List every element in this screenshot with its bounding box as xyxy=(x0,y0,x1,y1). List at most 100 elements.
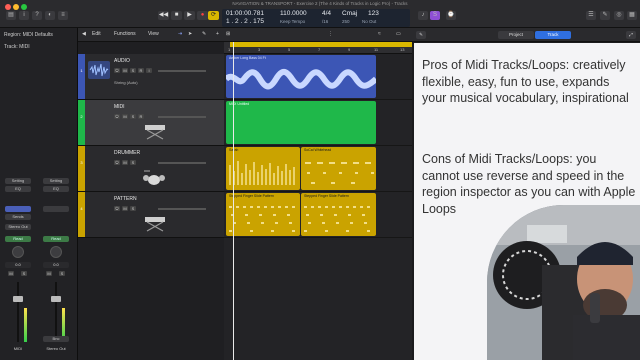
bounce-button[interactable]: Bnc xyxy=(43,336,69,342)
solo-icon[interactable]: S xyxy=(430,11,440,20)
mute-button[interactable]: M xyxy=(122,114,128,119)
mute-button[interactable]: M xyxy=(46,271,52,276)
mixer-icon[interactable]: ≡ xyxy=(58,11,68,20)
track-volume-slider[interactable] xyxy=(158,162,206,164)
record-button[interactable]: ● xyxy=(197,11,208,20)
lane-pattern[interactable]: Stepped Finger Slide Pattern Stepped Fin… xyxy=(224,192,412,238)
region-inspector-header[interactable]: Region: MIDI Defaults xyxy=(4,32,53,38)
smart-controls-icon[interactable]: ◐ xyxy=(45,11,55,20)
lcd-key: Cmaj xyxy=(342,10,358,17)
power-icon[interactable]: ⏻ xyxy=(114,68,120,73)
automation-read[interactable]: Read xyxy=(5,236,31,242)
power-icon[interactable]: ⏻ xyxy=(114,206,120,211)
track-volume-slider[interactable] xyxy=(158,116,206,118)
loops-icon[interactable]: ◎ xyxy=(614,11,624,20)
playhead[interactable] xyxy=(233,42,234,360)
catch-icon[interactable]: ⇥ xyxy=(178,31,182,37)
tracks-area[interactable]: Amber Long Bass 04 Ft MIDI Untitled Sara… xyxy=(224,54,412,360)
pan-knob[interactable] xyxy=(50,246,62,258)
drummer-region[interactable]: SoCal Whitehead xyxy=(301,147,376,190)
view-menu[interactable]: View xyxy=(148,31,159,37)
track-volume-slider[interactable] xyxy=(158,208,206,210)
back-icon[interactable]: ◀ xyxy=(82,31,86,37)
play-button[interactable]: ▶ xyxy=(184,11,195,20)
solo-button[interactable]: S xyxy=(59,271,65,276)
volume-fader-track[interactable] xyxy=(17,282,19,342)
lane-audio[interactable]: Amber Long Bass 04 Ft xyxy=(224,54,412,100)
pattern-region[interactable]: Stepped Finger Slide Pattern xyxy=(226,193,300,236)
setting-button[interactable]: Setting xyxy=(43,178,69,184)
mute-button[interactable]: M xyxy=(122,160,128,165)
fit-icon[interactable]: ▭ xyxy=(396,31,401,37)
pattern-region[interactable]: Stepped Finger Slide Pattern xyxy=(301,193,376,236)
help-icon[interactable]: ? xyxy=(32,11,42,20)
bar-ruler[interactable]: 1 3 5 7 9 11 13 xyxy=(224,42,412,54)
pencil-tool-icon[interactable]: ✎ xyxy=(202,31,206,37)
channel-strip-midi: Setting EQ Sends Stereo Out Read 0.0 M S… xyxy=(2,178,34,358)
eq-button[interactable]: EQ xyxy=(43,186,69,192)
notes-icon[interactable]: ✎ xyxy=(600,11,610,20)
library-icon[interactable]: ▤ xyxy=(6,11,16,20)
eq-button[interactable]: EQ xyxy=(5,186,31,192)
record-arm-button[interactable]: R xyxy=(138,114,144,119)
count-in-icon[interactable]: ⌚ xyxy=(446,11,456,20)
track-name[interactable]: PATTERN xyxy=(114,196,137,202)
info-icon[interactable]: i xyxy=(19,11,29,20)
pan-knob[interactable] xyxy=(12,246,24,258)
pointer-tool-icon[interactable]: ➤ xyxy=(188,31,192,37)
track-name[interactable]: AUDIO xyxy=(114,58,130,64)
midi-region[interactable]: MIDI Untitled xyxy=(226,101,376,144)
list-editor-icon[interactable]: ☰ xyxy=(586,11,596,20)
volume-fader-track[interactable] xyxy=(55,282,57,342)
drummer-pattern xyxy=(229,161,295,185)
setting-button[interactable]: Setting xyxy=(5,178,31,184)
snap-icon[interactable]: ⋮ xyxy=(328,31,333,37)
record-arm-button[interactable]: R xyxy=(138,68,144,73)
track-name[interactable]: MIDI xyxy=(114,104,125,110)
power-icon[interactable]: ⏻ xyxy=(114,160,120,165)
add-track-icon[interactable]: + xyxy=(216,31,219,37)
track-header-drummer[interactable]: 3 DRUMMER ⏻ M S xyxy=(78,146,224,192)
output-slot[interactable]: Stereo Out xyxy=(5,224,31,230)
edit-menu[interactable]: Edit xyxy=(92,31,101,37)
stop-button[interactable]: ■ xyxy=(171,11,182,20)
notes-icon[interactable]: ✎ xyxy=(416,31,426,39)
lane-drummer[interactable]: Sarah SoCal Whitehead xyxy=(224,146,412,192)
track-volume-slider[interactable] xyxy=(158,70,206,72)
mute-button[interactable]: M xyxy=(8,271,14,276)
tab-track[interactable]: Track xyxy=(535,31,571,39)
instrument-slot[interactable] xyxy=(5,206,31,212)
audio-region[interactable]: Amber Long Bass 04 Ft xyxy=(226,55,376,98)
solo-button[interactable]: S xyxy=(130,160,136,165)
rewind-button[interactable]: ◀◀ xyxy=(158,11,169,20)
drummer-region[interactable]: Sarah xyxy=(226,147,300,190)
solo-button[interactable]: S xyxy=(130,206,136,211)
power-icon[interactable]: ⏻ xyxy=(114,114,120,119)
track-header-pattern[interactable]: 4 PATTERN ⏻ M S xyxy=(78,192,224,238)
mute-button[interactable]: M xyxy=(122,206,128,211)
track-header-audio[interactable]: 1 AUDIO ⏻ M S R I Shring (Auto) xyxy=(78,54,224,100)
volume-fader[interactable] xyxy=(51,296,61,302)
automation-read[interactable]: Read xyxy=(43,236,69,242)
solo-button[interactable]: S xyxy=(130,114,136,119)
waveform-zoom-icon[interactable]: ≈ xyxy=(378,31,381,37)
browser-icon[interactable]: ▦ xyxy=(627,11,637,20)
track-header-midi[interactable]: 2 MIDI ⏻ M S R xyxy=(78,100,224,146)
tab-project[interactable]: Project xyxy=(498,31,534,39)
lcd-division: /16 xyxy=(322,19,329,24)
volume-fader[interactable] xyxy=(13,296,23,302)
track-inspector-header[interactable]: Track: MIDI xyxy=(4,44,30,50)
functions-menu[interactable]: Functions xyxy=(114,31,136,37)
input-monitor-button[interactable]: I xyxy=(146,68,152,73)
insert-slot[interactable] xyxy=(43,206,69,212)
lcd-display[interactable]: 01:00:00.781 110.0000 4/4 Cmaj 123 1 . 2… xyxy=(222,9,410,27)
mute-button[interactable]: M xyxy=(122,68,128,73)
lane-midi[interactable]: MIDI Untitled xyxy=(224,100,412,146)
track-name[interactable]: DRUMMER xyxy=(114,150,140,156)
solo-button[interactable]: S xyxy=(21,271,27,276)
track-folder-icon[interactable]: ⊞ xyxy=(226,31,230,37)
expand-icon[interactable]: ⤢ xyxy=(626,31,636,39)
tuner-icon[interactable]: ♪ xyxy=(418,11,428,20)
solo-button[interactable]: S xyxy=(130,68,136,73)
cycle-button[interactable]: ⟳ xyxy=(208,11,219,20)
